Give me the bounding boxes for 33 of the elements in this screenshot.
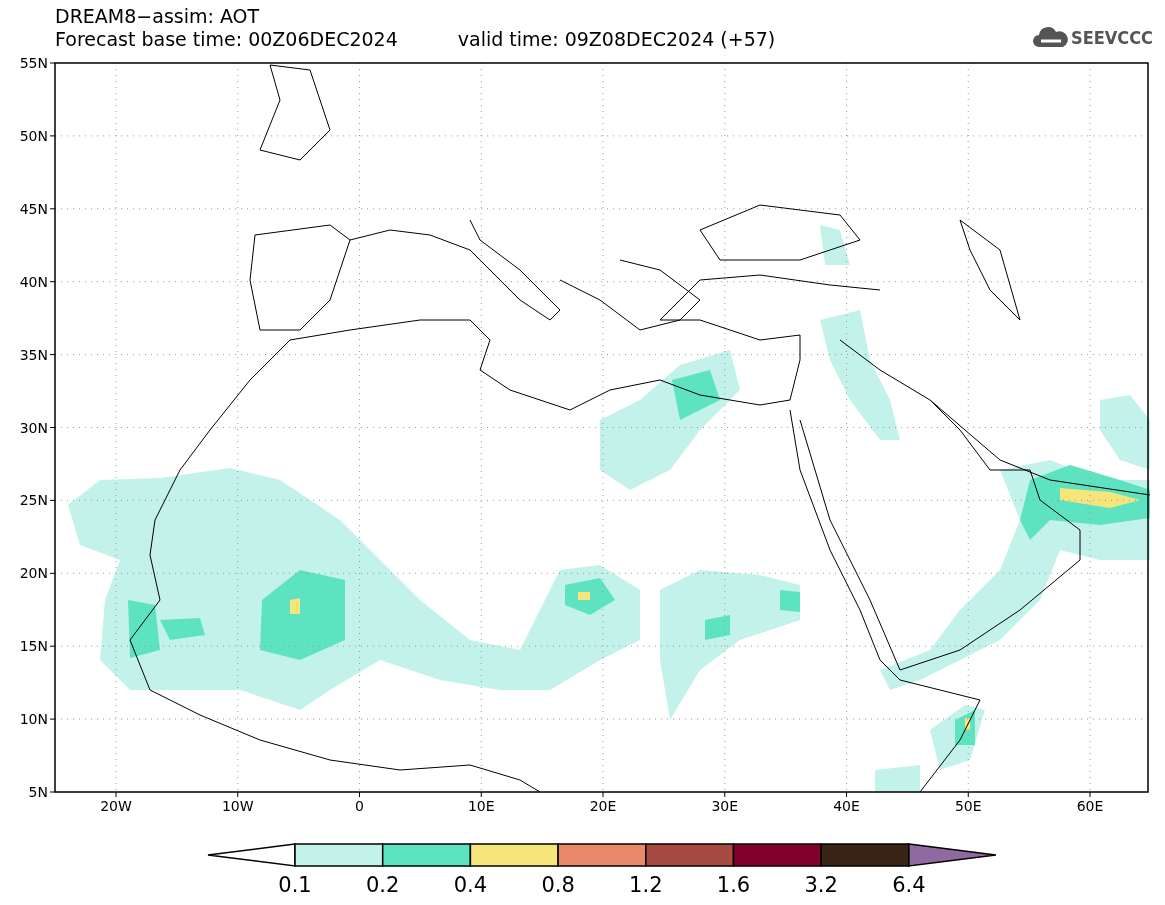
colorbar-label: 1.2 <box>629 873 663 897</box>
latitude-label: 50N <box>19 127 48 144</box>
longitude-label: 20E <box>589 798 617 812</box>
base-time: Forecast base time: 00Z06DEC2024 <box>55 28 398 51</box>
colorbar-label: 0.1 <box>278 873 312 897</box>
colorbar-label: 0.2 <box>366 873 400 897</box>
logo-text: SEEVCCC <box>1071 26 1153 48</box>
valid-time: valid time: 09Z08DEC2024 (+57) <box>457 28 776 51</box>
longitude-label: 0 <box>355 798 364 812</box>
longitude-label: 10E <box>467 798 495 812</box>
longitude-label: 30E <box>711 798 739 812</box>
latitude-label: 20N <box>19 565 48 582</box>
longitude-label: 40E <box>833 798 860 812</box>
longitude-label: 50E <box>954 798 982 812</box>
longitude-label: 20W <box>100 798 132 812</box>
latitude-label: 5N <box>28 784 48 800</box>
latitude-label: 40N <box>19 273 48 290</box>
cloud-icon <box>1033 25 1069 49</box>
colorbar-label: 0.8 <box>541 873 575 897</box>
longitude-label: 10W <box>221 798 254 812</box>
colorbar-label: 1.6 <box>716 873 751 897</box>
latitude-label: 15N <box>19 638 48 655</box>
longitude-label: 60E <box>1076 798 1104 812</box>
latitude-label: 55N <box>19 57 48 71</box>
map-title: DREAM8−assim: AOT <box>55 5 261 28</box>
latitude-label: 10N <box>19 711 48 728</box>
latitude-label: 30N <box>19 419 48 436</box>
colorbar-label: 6.4 <box>892 873 926 897</box>
latitude-label: 35N <box>19 346 48 363</box>
latitude-label: 45N <box>19 200 48 217</box>
colorbar-label: 3.2 <box>804 873 838 897</box>
colorbar-label: 0.4 <box>453 873 488 897</box>
latitude-label: 25N <box>19 492 48 509</box>
